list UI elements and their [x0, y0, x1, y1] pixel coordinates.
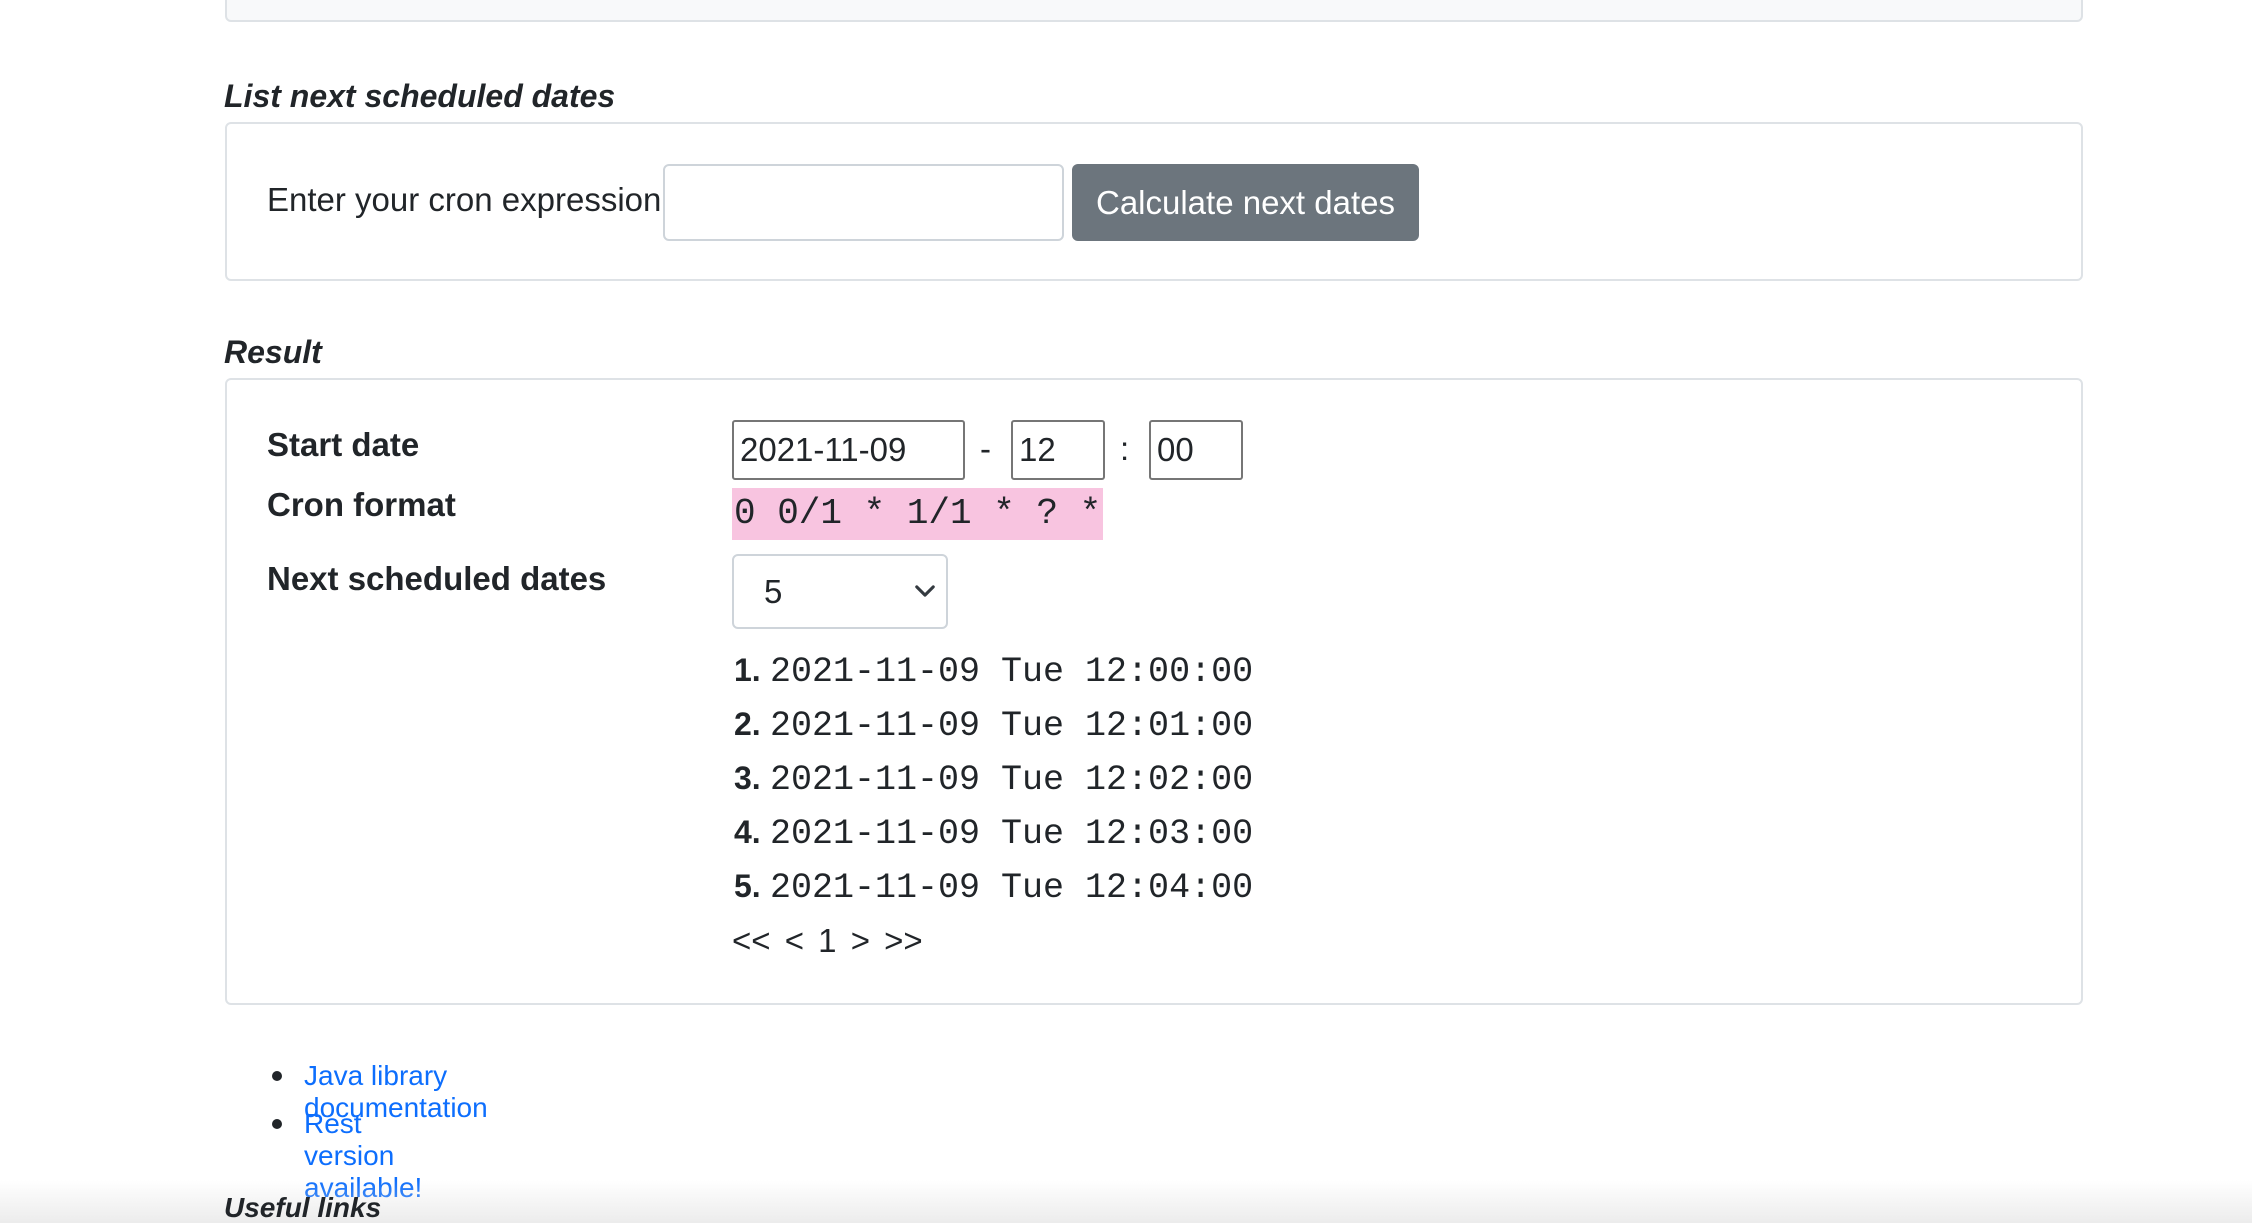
pager-first[interactable]: <<	[732, 922, 771, 959]
start-date-label: Start date	[267, 426, 420, 463]
result-panel: Start date 2021-11-09 - 12 : 00 Cron for…	[225, 378, 2083, 1005]
hour-input[interactable]: 12	[1011, 420, 1105, 480]
result-section-title: Result	[224, 334, 322, 370]
scheduled-date-item: 2. 2021-11-09 Tue 12:01:00	[734, 706, 1254, 746]
calculate-next-dates-button[interactable]: Calculate next dates	[1072, 164, 1419, 241]
pager-last[interactable]: >>	[884, 922, 923, 959]
useful-links-title: Useful links	[224, 1192, 382, 1223]
next-dates-label: Next scheduled dates	[267, 560, 607, 597]
bullet-icon	[272, 1119, 282, 1129]
minute-input[interactable]: 00	[1149, 420, 1243, 480]
hour-minute-separator: :	[1120, 430, 1130, 467]
scheduled-date-item: 3. 2021-11-09 Tue 12:02:00	[734, 760, 1254, 800]
cron-expression-label: Enter your cron expression	[267, 181, 662, 218]
cron-expression-input[interactable]	[663, 164, 1064, 241]
bullet-icon	[272, 1071, 282, 1081]
pager-next[interactable]: >	[851, 922, 870, 959]
date-count-value: 5	[764, 573, 783, 610]
cron-input-panel: Enter your cron expression Calculate nex…	[225, 122, 2083, 281]
scheduled-date-item: 5. 2021-11-09 Tue 12:04:00	[734, 868, 1254, 908]
date-count-select[interactable]: 5	[732, 554, 948, 629]
previous-panel-bottom	[225, 0, 2083, 22]
chevron-down-icon	[914, 580, 936, 607]
list-section-title: List next scheduled dates	[224, 78, 616, 114]
cron-format-label: Cron format	[267, 486, 456, 523]
start-date-input[interactable]: 2021-11-09	[732, 420, 965, 480]
scheduled-date-item: 4. 2021-11-09 Tue 12:03:00	[734, 814, 1254, 854]
pager-prev[interactable]: <	[785, 922, 804, 959]
date-hour-separator: -	[980, 430, 991, 467]
cron-format-value: 0 0/1 * 1/1 * ? *	[732, 488, 1104, 540]
pager-page[interactable]: 1	[818, 922, 836, 959]
scheduled-date-item: 1. 2021-11-09 Tue 12:00:00	[734, 652, 1254, 692]
pagination: << < 1 > >>	[732, 922, 928, 960]
